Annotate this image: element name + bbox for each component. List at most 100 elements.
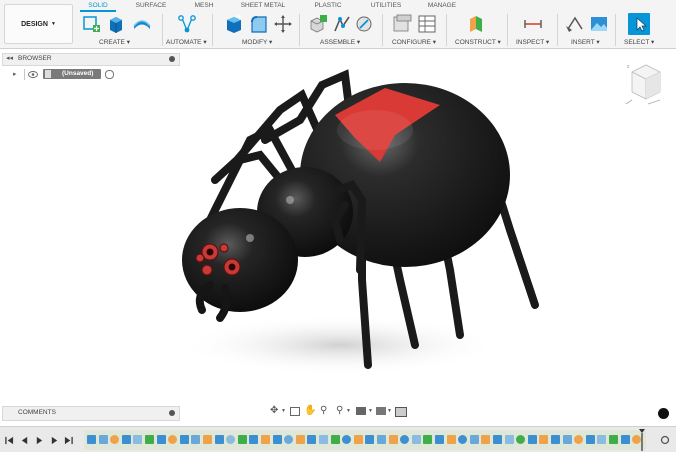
configure-icon[interactable] (392, 14, 412, 34)
timeline-feature-icon[interactable] (203, 435, 212, 444)
zoom-icon[interactable]: ⚲ (320, 405, 327, 416)
timeline-feature-icon[interactable] (411, 435, 421, 444)
chevron-down-icon[interactable]: ▼ (281, 408, 286, 414)
create-sketch-icon[interactable] (82, 14, 102, 34)
orbit-icon[interactable]: ✥ (270, 405, 278, 416)
browser-root-item[interactable]: ▸ (Unsaved) (2, 68, 122, 82)
timeline-feature-icon[interactable] (516, 435, 526, 444)
timeline-feature-icon[interactable] (388, 435, 398, 444)
timeline-feature-icon[interactable] (272, 435, 282, 444)
viewcube-icon[interactable]: z (624, 58, 668, 108)
timeline-feature-icon[interactable] (191, 435, 201, 444)
timeline-feature-icon[interactable] (527, 435, 537, 444)
timeline-feature-icon[interactable] (342, 435, 352, 444)
automate-menu[interactable]: AUTOMATE ▾ (166, 38, 207, 46)
create-menu[interactable]: CREATE ▾ (99, 38, 130, 46)
select-menu[interactable]: SELECT ▾ (624, 38, 654, 46)
revolve-icon[interactable] (132, 14, 152, 34)
timeline-feature-icon[interactable] (609, 435, 618, 444)
timeline-feature-icon[interactable] (597, 435, 607, 444)
timeline-feature-icon[interactable] (156, 435, 166, 444)
viewports-icon[interactable] (395, 407, 407, 417)
timeline-feature-strip[interactable] (84, 430, 646, 450)
timeline-feature-icon[interactable] (214, 435, 224, 444)
design-workspace-button[interactable]: DESIGN ▼ (4, 4, 73, 44)
tab-utilities[interactable]: UTILITIES (366, 0, 406, 11)
double-chevron-left-icon[interactable]: ◂◂ (6, 54, 13, 62)
joint-icon[interactable] (332, 14, 352, 34)
press-pull-icon[interactable] (224, 14, 244, 34)
automate-icon[interactable] (177, 14, 197, 34)
chat-icon[interactable] (658, 408, 669, 419)
timeline-feature-icon[interactable] (539, 435, 549, 444)
timeline-feature-icon[interactable] (435, 435, 444, 444)
timeline-feature-icon[interactable] (168, 435, 178, 444)
insert-image-icon[interactable] (589, 14, 609, 34)
configuration-table-icon[interactable] (417, 14, 437, 34)
panel-dot-icon[interactable] (169, 410, 175, 416)
construct-menu[interactable]: CONSTRUCT ▾ (455, 38, 501, 46)
timeline-feature-icon[interactable] (446, 435, 456, 444)
timeline-feature-icon[interactable] (377, 435, 386, 444)
chevron-down-icon[interactable]: ▼ (387, 408, 392, 414)
timeline-feature-icon[interactable] (319, 435, 328, 444)
timeline-feature-icon[interactable] (458, 435, 468, 444)
timeline-feature-icon[interactable] (481, 435, 491, 444)
timeline-feature-icon[interactable] (284, 435, 294, 444)
assemble-menu[interactable]: ASSEMBLE ▾ (320, 38, 360, 46)
new-component-icon[interactable] (308, 14, 328, 34)
timeline-feature-icon[interactable] (261, 435, 270, 444)
timeline-feature-icon[interactable] (493, 435, 502, 444)
display-settings-icon[interactable] (356, 407, 366, 415)
expand-arrow-icon[interactable]: ▸ (13, 70, 17, 78)
measure-icon[interactable] (523, 14, 543, 34)
tab-plastic[interactable]: PLASTIC (310, 0, 346, 11)
timeline-feature-icon[interactable] (574, 435, 584, 444)
timeline-feature-icon[interactable] (400, 435, 410, 444)
timeline-feature-icon[interactable] (365, 435, 375, 444)
offset-plane-icon[interactable] (466, 14, 486, 34)
timeline-feature-icon[interactable] (330, 435, 340, 444)
eye-icon[interactable] (28, 71, 38, 78)
timeline-marker-icon[interactable] (639, 429, 645, 451)
timeline-feature-icon[interactable] (585, 435, 595, 444)
timeline-feature-icon[interactable] (179, 435, 189, 444)
extrude-icon[interactable] (106, 14, 126, 34)
tab-surface[interactable]: SURFACE (132, 0, 170, 11)
timeline-feature-icon[interactable] (469, 435, 479, 444)
timeline-settings-icon[interactable] (660, 435, 670, 445)
timeline-feature-icon[interactable] (423, 435, 433, 444)
modify-menu[interactable]: MODIFY ▾ (242, 38, 272, 46)
fillet-icon[interactable] (249, 14, 269, 34)
timeline-feature-icon[interactable] (353, 435, 363, 444)
configure-menu[interactable]: CONFIGURE ▾ (392, 38, 436, 46)
move-copy-icon[interactable] (273, 14, 293, 34)
play-icon[interactable] (35, 436, 44, 445)
timeline-feature-icon[interactable] (562, 435, 572, 444)
record-icon[interactable] (105, 70, 114, 79)
comments-panel-header[interactable]: COMMENTS (2, 406, 180, 421)
timeline-feature-icon[interactable] (551, 435, 560, 444)
zoom-window-icon[interactable]: ⚲ (336, 405, 343, 416)
timeline-feature-icon[interactable] (145, 435, 154, 444)
timeline-feature-icon[interactable] (307, 435, 317, 444)
tab-sheet-metal[interactable]: SHEET METAL (238, 0, 288, 11)
timeline-feature-icon[interactable] (620, 435, 630, 444)
spider-model[interactable] (140, 60, 590, 390)
go-to-end-icon[interactable] (64, 436, 73, 445)
chevron-down-icon[interactable]: ▼ (346, 408, 351, 414)
root-item-label-box[interactable]: (Unsaved) (43, 69, 101, 79)
timeline-feature-icon[interactable] (226, 435, 236, 444)
timeline-feature-icon[interactable] (249, 435, 259, 444)
timeline-feature-icon[interactable] (110, 435, 120, 444)
as-built-joint-icon[interactable] (354, 14, 374, 34)
timeline-feature-icon[interactable] (295, 435, 305, 444)
go-to-start-icon[interactable] (5, 436, 14, 445)
grid-icon[interactable] (376, 407, 386, 415)
select-tool-button[interactable] (628, 13, 650, 35)
timeline-feature-icon[interactable] (504, 435, 514, 444)
timeline-feature-icon[interactable] (87, 435, 96, 444)
timeline-feature-icon[interactable] (98, 435, 108, 444)
inspect-menu[interactable]: INSPECT ▾ (516, 38, 549, 46)
insert-derive-icon[interactable] (565, 14, 585, 34)
